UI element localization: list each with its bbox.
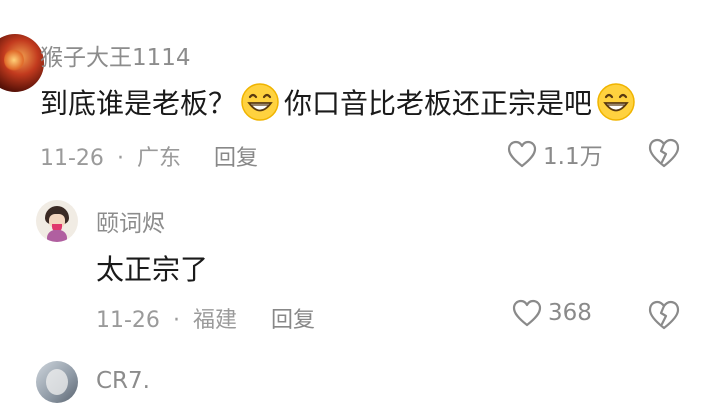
reply-date: 11-26	[96, 308, 160, 333]
comment-location: 广东	[136, 146, 181, 171]
comment-date: 11-26	[40, 146, 104, 171]
comment-username[interactable]: 猴子大王1114	[40, 38, 191, 72]
comment-meta: 11-26 · 广东	[40, 140, 181, 172]
reply-username[interactable]: 颐词烬	[96, 204, 165, 238]
meta-separator: ·	[172, 308, 180, 333]
broken-heart-icon[interactable]	[648, 300, 680, 330]
reply-text: 太正宗了	[96, 253, 209, 286]
comment-text-part: 到底谁是老板？	[40, 87, 237, 120]
meta-separator: ·	[116, 146, 124, 171]
reply-button[interactable]: 回复	[214, 140, 258, 172]
grinning-emoji-icon	[597, 83, 635, 121]
like-count: 368	[548, 300, 592, 326]
avatar[interactable]	[36, 200, 78, 242]
reply-button[interactable]: 回复	[271, 302, 315, 334]
reply-meta: 11-26 · 福建	[96, 302, 237, 334]
like-count: 1.1万	[543, 144, 603, 170]
broken-heart-icon[interactable]	[648, 138, 680, 168]
avatar[interactable]	[0, 34, 44, 92]
heart-icon	[512, 299, 542, 327]
grinning-emoji-icon	[241, 83, 279, 121]
like-button[interactable]: 1.1万	[507, 137, 603, 171]
like-button[interactable]: 368	[512, 299, 592, 327]
comment-text: 到底谁是老板？ 你口音比老板还正宗是吧	[40, 80, 640, 124]
comment-text-part: 你口音比老板还正宗是吧	[284, 87, 593, 120]
avatar[interactable]	[36, 361, 78, 403]
heart-icon	[507, 140, 537, 168]
reply-username[interactable]: CR7.	[96, 368, 150, 394]
reply-location: 福建	[192, 308, 237, 333]
